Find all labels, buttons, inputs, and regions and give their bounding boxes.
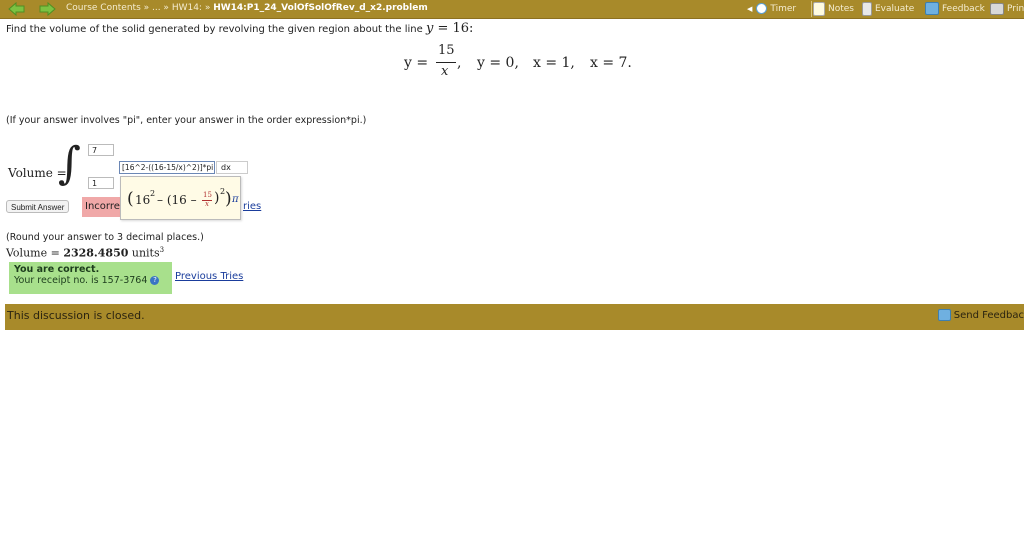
feedback-tool[interactable]: Feedback — [925, 1, 985, 16]
evaluate-label: Evaluate — [875, 3, 915, 14]
result-label: Volume = — [6, 246, 64, 260]
notes-label: Notes — [828, 3, 854, 14]
upper-limit-input[interactable]: 7 — [88, 144, 114, 156]
equation-y-zero: y = 0, — [477, 55, 519, 71]
timer-label: Timer — [770, 3, 797, 14]
lower-limit-input[interactable]: 1 — [88, 177, 114, 189]
equation-comma: , — [457, 55, 462, 71]
clock-icon — [756, 3, 768, 14]
preview-minus: – (16 – — [157, 193, 197, 207]
top-bar: Course Contents » ... » HW14: » HW14:P1_… — [0, 0, 1024, 19]
fraction-denominator: x — [441, 64, 449, 79]
breadcrumb-course-contents[interactable]: Course Contents — [66, 3, 141, 13]
equation-y-lhs: y = — [404, 55, 429, 71]
breadcrumb-problem: HW14:P1_24_VolOfSolOfRev_d_x2.problem — [213, 3, 428, 13]
equation-x-seven: x = 7. — [590, 55, 632, 71]
correct-message: You are correct. Your receipt no. is 157… — [9, 262, 172, 294]
feedback-icon — [937, 309, 951, 321]
send-feedback-button[interactable]: Send Feedbac — [937, 309, 1024, 321]
discussion-closed-text: This discussion is closed. — [7, 309, 145, 322]
axis-equation: = 16: — [433, 21, 474, 36]
submit-answer-button[interactable]: Submit Answer — [6, 200, 70, 213]
incorrect-badge: Incorre — [82, 197, 122, 217]
result-units: units — [128, 246, 160, 260]
preview-pi: π — [232, 194, 239, 205]
breadcrumb-separator: » ... » — [140, 3, 172, 13]
previous-tries-link[interactable]: Previous Tries — [175, 271, 243, 282]
preview-paren-close: ) — [214, 190, 220, 206]
breadcrumb-separator: » — [201, 3, 214, 13]
help-icon[interactable]: ? — [150, 276, 160, 285]
preview-base: 16 — [135, 193, 151, 207]
preview-exponent: 2 — [150, 189, 156, 198]
volume-result: Volume = 2328.4850 units3 — [6, 246, 164, 260]
notes-icon — [813, 1, 825, 16]
preview-paren-open: ( — [127, 189, 134, 209]
breadcrumb-hw[interactable]: HW14: — [172, 3, 202, 13]
printer-icon — [990, 2, 1004, 15]
integrand-input[interactable]: [16^2-((16-15/x)^2)]*pi — [119, 161, 215, 174]
print-label: Prin — [1007, 3, 1024, 14]
pi-hint: (If your answer involves "pi", enter you… — [6, 115, 367, 126]
evaluate-tool[interactable]: Evaluate — [862, 1, 914, 16]
feedback-icon — [925, 2, 939, 15]
preview-frac-den: x — [205, 200, 209, 208]
formula-preview-popup: ( 16 2 – (16 – 15 x ) 2 ) π — [120, 176, 241, 220]
round-hint: (Round your answer to 3 decimal places.) — [6, 232, 204, 243]
tries-link[interactable]: ries — [243, 201, 261, 212]
fraction-bar — [436, 62, 456, 63]
question-text: Find the volume of the solid generated b… — [6, 21, 473, 36]
fraction-numerator: 15 — [438, 43, 455, 58]
send-feedback-label: Send Feedbac — [953, 309, 1024, 321]
preview-paren-close-2: ) — [225, 189, 232, 209]
question-prompt: Find the volume of the solid generated b… — [6, 24, 423, 35]
result-units-exponent: 3 — [159, 246, 165, 254]
notes-tool[interactable]: Notes — [813, 1, 854, 16]
evaluate-icon — [862, 1, 872, 16]
correct-title: You are correct. — [14, 264, 100, 275]
feedback-label: Feedback — [942, 3, 985, 14]
timer-tool[interactable]: ◀ Timer — [747, 1, 796, 16]
discussion-bar: This discussion is closed. Send Feedbac — [5, 304, 1024, 330]
receipt-number: Your receipt no. is 157-3764 — [14, 275, 148, 286]
forward-arrow-icon[interactable] — [38, 1, 56, 17]
back-arrow-icon[interactable] — [8, 1, 26, 17]
print-tool[interactable]: Prin — [990, 1, 1024, 16]
breadcrumb: Course Contents » ... » HW14: » HW14:P1_… — [66, 3, 428, 13]
dx-label: dx — [216, 161, 248, 174]
preview-frac-num: 15 — [203, 191, 212, 199]
integral-sign: ∫ — [58, 138, 81, 189]
equation-x-one: x = 1, — [533, 55, 575, 71]
divider — [811, 1, 812, 17]
result-value: 2328.4850 — [63, 246, 129, 260]
collapse-arrow-icon[interactable]: ◀ — [747, 5, 752, 13]
